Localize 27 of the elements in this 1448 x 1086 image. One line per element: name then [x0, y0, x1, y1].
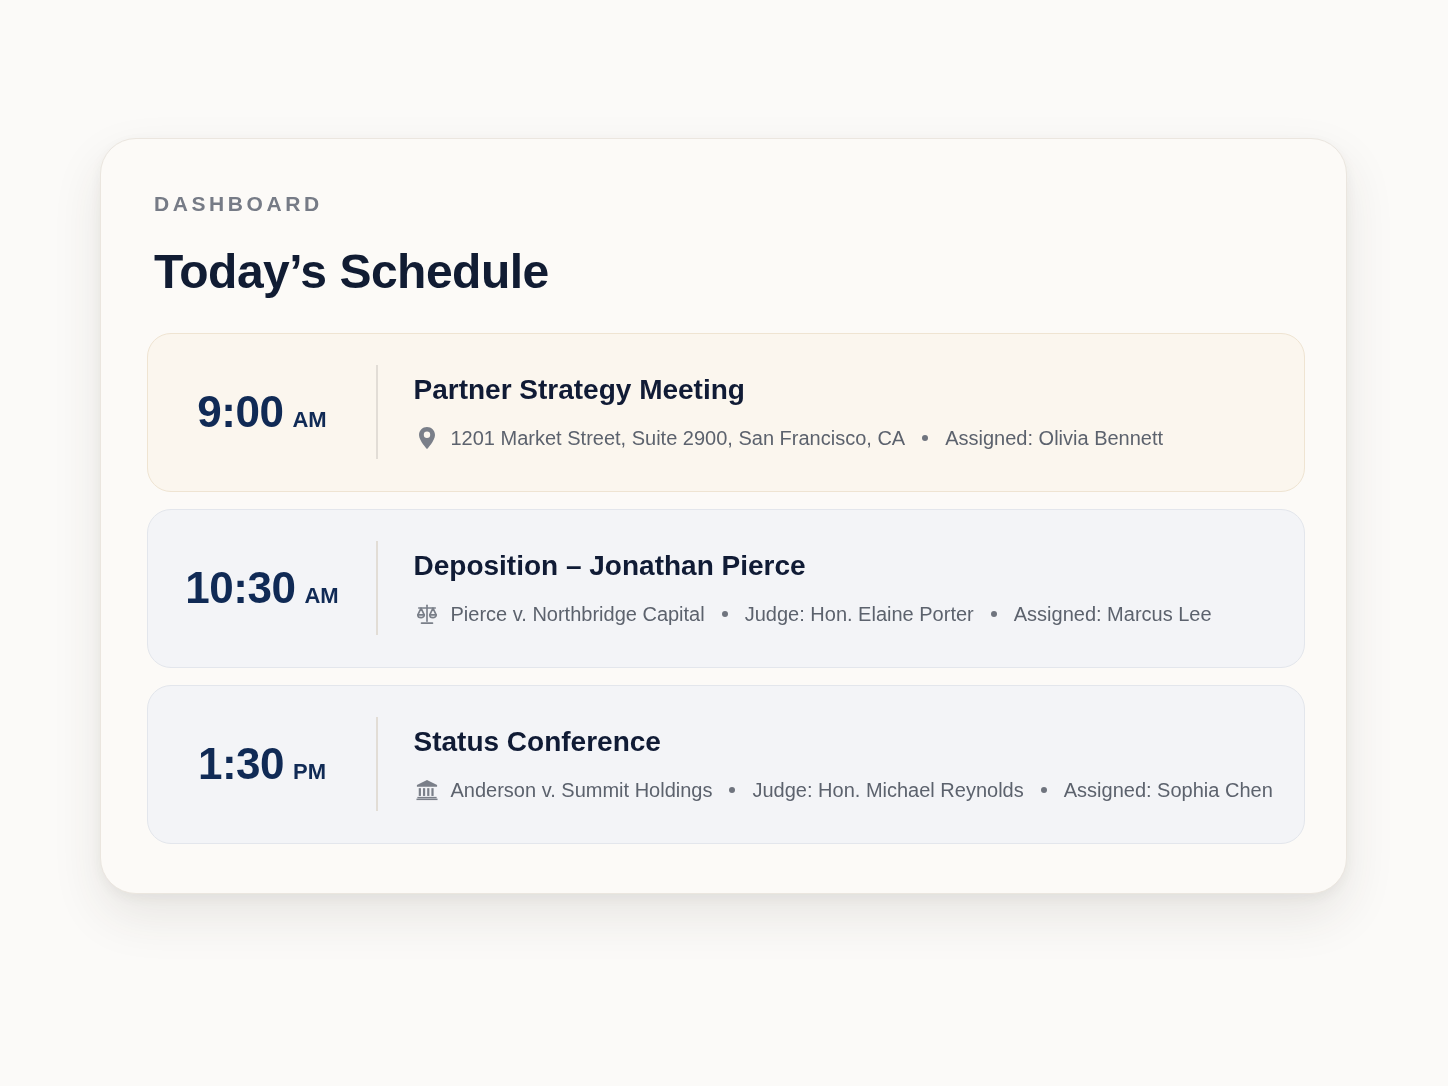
event-card[interactable]: 1:30 PM Status Conference Anderson v. Summit Holdings Judge: Hon. Michael Reynolds Assigned: Sophia Chen: [147, 685, 1305, 844]
event-time: 1:30: [197, 742, 285, 787]
time-period: AM: [304, 585, 339, 608]
event-title: Status Conference: [413, 727, 662, 758]
event-detail: Pierce v. Northbridge Capital: [450, 601, 705, 626]
event-detail: Assigned: Olivia Bennett: [945, 425, 1164, 450]
event-detail: Judge: Hon. Elaine Porter: [744, 601, 974, 626]
section-label: DASHBOARD: [154, 191, 324, 217]
event-time: 10:30: [185, 566, 296, 611]
separator-dot-icon: [729, 786, 736, 793]
event-detail: Assigned: Sophia Chen: [1063, 777, 1273, 802]
separator-dot-icon: [922, 434, 929, 441]
event-detail: Anderson v. Summit Holdings: [450, 777, 713, 802]
event-title: Partner Strategy Meeting: [413, 375, 746, 406]
time-period: AM: [292, 409, 327, 432]
event-detail: Judge: Hon. Michael Reynolds: [752, 777, 1024, 802]
event-title: Deposition – Jonathan Pierce: [413, 551, 807, 582]
separator-dot-icon: [721, 610, 728, 617]
page-title: Today’s Schedule: [154, 246, 550, 299]
event-time: 9:00: [197, 390, 284, 435]
separator-dot-icon: [990, 610, 997, 617]
event-card[interactable]: 10:30 AM Deposition – Jonathan Pierce Pierce v. Northbridge Capital Judge: Hon. Elaine Porter Assigned: Marcus Lee: [147, 509, 1305, 668]
time-period: PM: [293, 761, 327, 784]
separator-dot-icon: [1040, 786, 1047, 793]
highlighted-event-card[interactable]: 9:00 AM Partner Strategy Meeting 1201 Market Street, Suite 2900, San Francisco, CA Assigned: Olivia Bennett: [147, 333, 1305, 492]
event-detail: 1201 Market Street, Suite 2900, San Francisco, CA: [450, 425, 906, 450]
event-detail: Assigned: Marcus Lee: [1013, 601, 1212, 626]
